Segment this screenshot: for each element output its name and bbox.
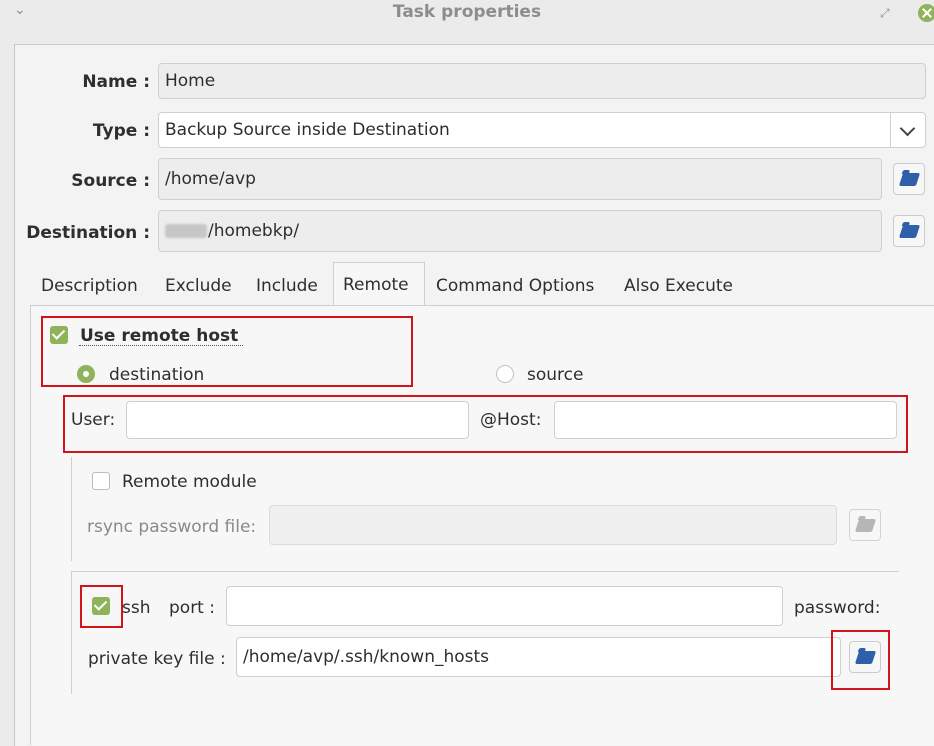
host-label: @Host: (480, 410, 542, 430)
remote-module-checkbox[interactable] (92, 472, 110, 490)
private-key-input[interactable]: /home/avp/.ssh/known_hosts (236, 637, 841, 677)
source-radio-label: source (527, 365, 584, 385)
folder-icon (898, 225, 921, 238)
rsync-password-browse-button[interactable] (849, 509, 881, 541)
chevron-down-icon (899, 120, 916, 137)
destination-field[interactable]: /homebkp/ (158, 210, 882, 252)
close-icon[interactable] (918, 4, 934, 22)
private-key-label: private key file : (88, 649, 226, 669)
maximize-icon[interactable]: ⤢ (880, 6, 890, 21)
private-key-browse-button[interactable] (849, 641, 881, 673)
destination-value: /homebkp/ (208, 221, 300, 241)
ssh-label: ssh (122, 598, 151, 618)
type-label: Type : (92, 121, 150, 141)
use-remote-host-checkbox[interactable] (50, 326, 68, 344)
folder-icon (854, 519, 877, 532)
host-input[interactable] (554, 401, 897, 439)
destination-radio[interactable] (77, 365, 95, 383)
tab-include[interactable]: Include (256, 274, 318, 298)
ssh-checkbox[interactable] (92, 597, 110, 615)
tab-description[interactable]: Description (41, 274, 138, 298)
tab-also-execute[interactable]: Also Execute (624, 274, 733, 298)
source-browse-button[interactable] (893, 163, 925, 195)
name-field[interactable]: Home (158, 63, 926, 99)
focus-underline (79, 345, 243, 346)
rsync-password-input[interactable] (269, 505, 837, 545)
user-label: User: (71, 410, 116, 430)
dropdown-separator (890, 113, 891, 147)
destination-label: Destination : (26, 223, 150, 243)
port-input[interactable] (226, 586, 783, 626)
tab-command-options[interactable]: Command Options (436, 274, 594, 298)
type-dropdown-value: Backup Source inside Destination (165, 120, 450, 140)
source-radio[interactable] (496, 365, 514, 383)
tab-remote[interactable]: Remote (343, 273, 409, 297)
user-input[interactable] (126, 401, 469, 439)
redacted-text (165, 224, 207, 238)
destination-radio-label: destination (109, 365, 205, 385)
rsync-password-label: rsync password file: (87, 517, 257, 537)
remote-module-frame (71, 457, 72, 561)
window-title: Task properties (392, 2, 542, 22)
password-label: password: (794, 598, 881, 618)
folder-icon (898, 173, 921, 186)
destination-browse-button[interactable] (893, 215, 925, 247)
tab-exclude[interactable]: Exclude (165, 274, 232, 298)
source-field[interactable]: /home/avp (158, 158, 882, 200)
folder-icon (854, 651, 877, 664)
type-dropdown[interactable]: Backup Source inside Destination (158, 112, 926, 148)
source-label: Source : (71, 171, 150, 191)
port-label: port : (169, 598, 215, 618)
name-label: Name : (82, 72, 150, 92)
remote-module-label: Remote module (122, 472, 257, 492)
